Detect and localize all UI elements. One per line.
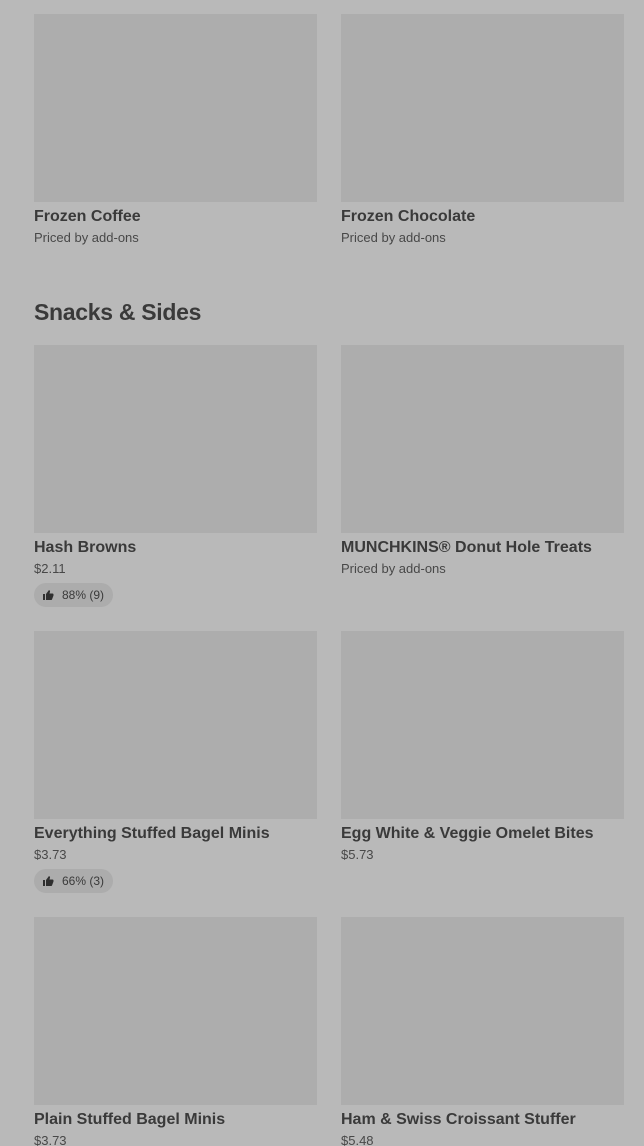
menu-item-card[interactable]: Frozen Coffee Priced by add-ons [34,14,317,247]
item-name: Plain Stuffed Bagel Minis [34,1111,226,1128]
item-name: Frozen Coffee [34,208,141,225]
item-name: Hash Browns [34,539,137,556]
thumbs-up-icon [43,876,54,886]
menu-item-card[interactable]: Hash Browns $2.11 88% (9) [34,345,317,607]
rating-badge: 66% (3) [34,869,114,893]
item-image-placeholder [34,14,317,202]
section-title: Snacks & Sides [34,299,202,325]
thumbs-up-icon [43,590,54,600]
menu-item-card[interactable]: Egg White & Veggie Omelet Bites $5.73 [341,631,624,893]
item-name: Frozen Chocolate [341,208,476,225]
item-grid-row: Hash Browns $2.11 88% (9) MUNCHKINS® Don… [34,345,624,607]
item-image-placeholder [34,345,317,533]
item-price: $3.73 [34,1133,67,1146]
menu-item-card[interactable]: Everything Stuffed Bagel Minis $3.73 66%… [34,631,317,893]
item-price: $5.73 [341,847,374,862]
item-name: Everything Stuffed Bagel Minis [34,825,270,842]
menu-page: Frozen Coffee Priced by add-ons Frozen C… [0,0,644,1146]
top-item-grid: Frozen Coffee Priced by add-ons Frozen C… [34,14,624,247]
item-image-placeholder [341,14,624,202]
rating-text: 66% (3) [62,874,105,888]
menu-item-card[interactable]: Ham & Swiss Croissant Stuffer $5.48 [341,917,624,1146]
item-price: $2.11 [34,561,66,576]
item-price: Priced by add-ons [34,230,139,245]
item-name: Egg White & Veggie Omelet Bites [341,825,594,842]
item-image-placeholder [341,917,624,1105]
item-image-placeholder [34,917,317,1105]
item-grid-row: Everything Stuffed Bagel Minis $3.73 66%… [34,631,624,893]
item-image-placeholder [34,631,317,819]
menu-item-card[interactable]: Frozen Chocolate Priced by add-ons [341,14,624,247]
item-name: Ham & Swiss Croissant Stuffer [341,1111,576,1128]
item-grid-row: Plain Stuffed Bagel Minis $3.73 Ham & Sw… [34,917,624,1146]
menu-item-card[interactable]: Plain Stuffed Bagel Minis $3.73 [34,917,317,1146]
menu-item-card[interactable]: MUNCHKINS® Donut Hole Treats Priced by a… [341,345,624,607]
item-price: Priced by add-ons [341,230,446,245]
item-image-placeholder [341,631,624,819]
item-price: $5.48 [341,1133,374,1146]
rating-text: 88% (9) [62,588,105,602]
item-image-placeholder [341,345,624,533]
item-price: Priced by add-ons [341,561,446,576]
rating-badge: 88% (9) [34,583,114,607]
item-price: $3.73 [34,847,67,862]
item-name: MUNCHKINS® Donut Hole Treats [341,539,592,556]
